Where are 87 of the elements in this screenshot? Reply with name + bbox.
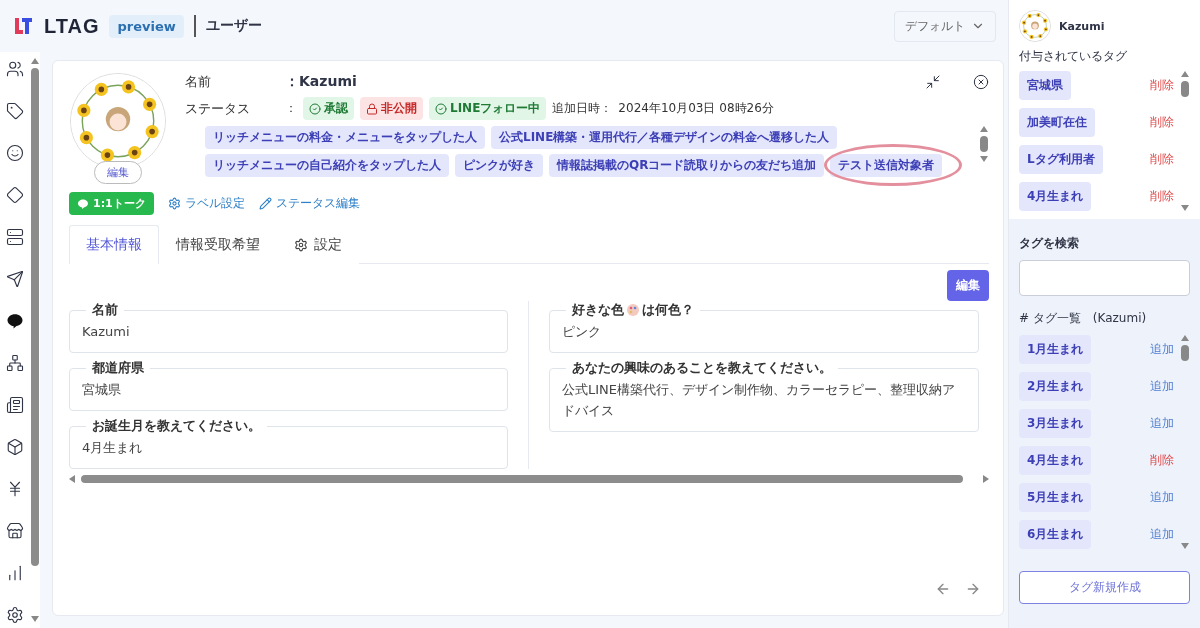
tag-chip: ピンクが好き xyxy=(455,154,543,177)
scrollbar[interactable] xyxy=(1180,335,1190,549)
avatar-edit-button[interactable]: 編集 xyxy=(94,161,142,184)
settings-icon xyxy=(167,197,181,210)
search-title: タグを検索 xyxy=(1019,235,1080,252)
chat-bubble-icon[interactable] xyxy=(6,312,24,330)
status-badge: 非公開 xyxy=(360,97,423,120)
smiley-icon[interactable] xyxy=(6,144,24,162)
settings-icon xyxy=(294,238,308,252)
field-value: ピンク xyxy=(562,323,602,341)
tag-action-link[interactable]: 追加 xyxy=(1150,341,1174,358)
shrink-icon xyxy=(925,74,941,90)
scrollbar[interactable] xyxy=(1180,71,1190,211)
server-icon[interactable] xyxy=(6,228,24,246)
tag-action-link[interactable]: 削除 xyxy=(1150,114,1174,131)
field-label: は何色？ xyxy=(642,301,694,319)
tag-chip: 6月生まれ xyxy=(1019,520,1092,549)
field-value: Kazumi xyxy=(82,323,131,341)
scrollbar[interactable] xyxy=(69,475,989,483)
tag-chip: リッチメニューの料金・メニューをタップした人 xyxy=(205,126,485,149)
tag-search-field[interactable] xyxy=(1019,260,1190,296)
create-tag-button[interactable]: タグ新規作成 xyxy=(1019,571,1190,604)
added-label: 追加日時： xyxy=(552,100,613,117)
tag-chip: 4月生まれ xyxy=(1019,182,1092,211)
field-label: 好きな色 xyxy=(572,301,624,319)
settings-icon[interactable] xyxy=(6,606,24,624)
preview-badge: preview xyxy=(109,14,184,38)
tag-chip: テスト送信対象者 xyxy=(830,154,943,177)
talk-button[interactable]: 1:1トーク xyxy=(69,192,154,215)
field-value: 宮城県 xyxy=(82,381,122,399)
tag-chip: 4月生まれ xyxy=(1019,446,1092,475)
tag-chip: 2月生まれ xyxy=(1019,372,1092,401)
tag-chip: 情報誌掲載のQRコード読取りからの友だち追加 xyxy=(549,154,825,177)
tag-action-link[interactable]: 追加 xyxy=(1150,489,1174,506)
status-separator: ： xyxy=(285,100,297,117)
chat-bubble-icon xyxy=(77,197,89,210)
tag-action-link[interactable]: 削除 xyxy=(1150,151,1174,168)
tag-chip: リッチメニューの自己紹介をタップした人 xyxy=(205,154,449,177)
tag-chip: 1月生まれ xyxy=(1019,335,1092,364)
logo-text: LTAG xyxy=(44,14,100,38)
users-icon[interactable] xyxy=(6,60,24,78)
palette-icon xyxy=(626,303,640,317)
name-value: ：Kazumi xyxy=(285,73,357,91)
status-label: ステータス xyxy=(185,99,251,118)
bar-chart-icon[interactable] xyxy=(6,564,24,582)
tag-action-link[interactable]: 追加 xyxy=(1150,526,1174,543)
tag-chip: 宮城県 xyxy=(1019,71,1071,100)
diamond-icon[interactable] xyxy=(6,186,24,204)
field-label: 名前 xyxy=(92,301,118,319)
tag-action-link[interactable]: 追加 xyxy=(1150,378,1174,395)
label-settings-link[interactable]: ラベル設定 xyxy=(167,195,245,212)
field-label: お誕生月を教えてください。 xyxy=(92,417,261,435)
field-label: 都道府県 xyxy=(92,359,144,377)
tag-action-link[interactable]: 削除 xyxy=(1150,452,1174,469)
field-label: あなたの興味のあることを教えてください。 xyxy=(572,359,832,377)
tag-action-link[interactable]: 削除 xyxy=(1150,77,1174,94)
view-select[interactable]: デフォルト xyxy=(894,10,996,42)
user-name: Kazumi xyxy=(1059,19,1105,33)
next-arrow-icon[interactable] xyxy=(965,581,981,597)
close-icon xyxy=(973,74,989,90)
cube-icon[interactable] xyxy=(6,438,24,456)
field-value: 4月生まれ xyxy=(82,439,144,457)
edit-button[interactable]: 編集 xyxy=(947,270,989,301)
pencil-icon xyxy=(258,197,272,210)
paper-plane-icon[interactable] xyxy=(6,270,24,288)
tab[interactable]: 基本情報 xyxy=(69,225,159,264)
newspaper-icon[interactable] xyxy=(6,396,24,414)
tag-chip: 5月生まれ xyxy=(1019,483,1092,512)
page-title: ユーザー xyxy=(205,17,262,35)
tag-chip: 3月生まれ xyxy=(1019,409,1092,438)
logo-icon xyxy=(12,15,34,37)
added-date: 2024年10月03日 08時26分 xyxy=(618,100,774,117)
tag-list-title: # タグ一覧 (Kazumi) xyxy=(1019,310,1148,327)
tag-chip: 公式LINE構築・運用代行／各種デザインの料金へ遷移した人 xyxy=(491,126,838,149)
tag-action-link[interactable]: 削除 xyxy=(1150,188,1174,205)
status-badge: LINEフォロー中 xyxy=(429,97,547,120)
status-edit-link[interactable]: ステータス編集 xyxy=(258,195,360,212)
field-value: 公式LINE構築代行、デザイン制作物、カラーセラピー、整理収納アドバイス xyxy=(562,381,956,420)
tag-icon[interactable] xyxy=(6,102,24,120)
status-badge: 承認 xyxy=(303,97,354,120)
store-icon[interactable] xyxy=(6,522,24,540)
network-icon[interactable] xyxy=(6,354,24,372)
name-label: 名前 xyxy=(185,73,212,91)
section-title: 付与されているタグ xyxy=(1019,48,1128,65)
tag-chip: 加美町在住 xyxy=(1019,108,1095,137)
tag-action-link[interactable]: 追加 xyxy=(1150,415,1174,432)
tag-chip: Lタグ利用者 xyxy=(1019,145,1103,174)
